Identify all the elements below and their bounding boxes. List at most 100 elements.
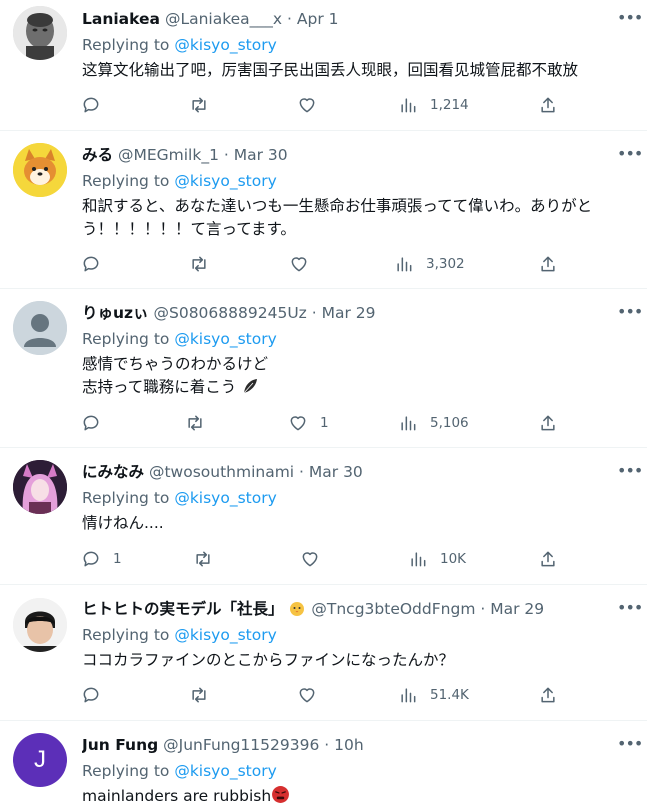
reply-button[interactable] <box>81 93 113 117</box>
views-button[interactable]: 51.4K <box>398 683 469 707</box>
avatar[interactable]: J <box>13 733 67 787</box>
tweet[interactable]: J Jun Fung @JunFung11529396 · 10h Replyi… <box>0 721 647 807</box>
share-icon <box>541 256 555 272</box>
tweet-date[interactable]: · Mar 30 <box>299 463 363 481</box>
replying-to-label: Replying to <box>82 762 170 780</box>
avatar-shiba-icon <box>13 143 67 197</box>
tweet[interactable]: ヒトヒトの実モデル「社長」 @Tncg3bteOddFngm · Mar 29 … <box>0 585 647 721</box>
tweet[interactable]: Laniakea @Laniakea___x · Apr 1 Replying … <box>0 0 647 131</box>
tweet-date[interactable]: · Mar 29 <box>480 600 544 618</box>
more-options-icon[interactable]: ••• <box>617 146 643 168</box>
views-icon <box>401 98 416 113</box>
share-button[interactable] <box>538 93 558 117</box>
like-button[interactable] <box>297 683 329 707</box>
user-handle[interactable]: @JunFung11529396 <box>163 736 319 754</box>
avatar-initial: J <box>34 746 46 773</box>
like-button[interactable] <box>289 252 321 276</box>
tweet-text-line: mainlanders are rubbish <box>82 785 637 807</box>
tweet-date[interactable]: · Mar 30 <box>224 146 288 164</box>
share-button[interactable] <box>538 411 558 435</box>
tweet-header: ヒトヒトの実モデル「社長」 @Tncg3bteOddFngm · Mar 29 <box>82 598 637 620</box>
tweet-text: 感情でちゃうのわかるけど 志持って職務に着こう <box>82 353 637 399</box>
more-options-icon[interactable]: ••• <box>617 304 643 326</box>
reply-icon <box>83 551 99 567</box>
tweet-header: Laniakea @Laniakea___x · Apr 1 <box>82 8 637 30</box>
view-count: 51.4K <box>430 687 469 703</box>
avatar[interactable] <box>13 460 67 514</box>
tweet-header: りゅuzぃ @S08068889245Uz · Mar 29 <box>82 302 637 324</box>
reply-button[interactable] <box>81 683 113 707</box>
reply-count: 1 <box>113 551 122 567</box>
replying-to-handle[interactable]: @kisyo_story <box>174 626 276 644</box>
like-button[interactable] <box>297 93 329 117</box>
tweet-text: 和訳すると、あなた達いつも一生懸命お仕事頑張ってて偉いわ。ありがと う！！！！！… <box>82 195 637 241</box>
tweet-date[interactable]: · Mar 29 <box>312 304 376 322</box>
retweet-icon <box>196 551 210 567</box>
more-options-icon[interactable]: ••• <box>617 736 643 758</box>
share-button[interactable] <box>538 252 558 276</box>
avatar[interactable] <box>13 6 67 60</box>
tweet-text-line: ココカラファインのとこからファインになったんか？ <box>82 651 455 669</box>
like-button[interactable]: 1 <box>288 411 329 435</box>
more-options-icon[interactable]: ••• <box>617 463 643 485</box>
retweet-button[interactable] <box>189 93 221 117</box>
display-name[interactable]: Laniakea <box>82 10 160 28</box>
retweet-button[interactable] <box>193 547 225 571</box>
angry-face-emoji-icon <box>272 786 290 803</box>
tweet-text-line: 和訳すると、あなた達いつも一生懸命お仕事頑張ってて偉いわ。ありがと <box>82 197 593 215</box>
retweet-button[interactable] <box>189 252 221 276</box>
display-name[interactable]: りゅuzぃ <box>82 304 149 322</box>
like-count: 1 <box>320 415 329 431</box>
views-icon <box>401 416 416 431</box>
replying-to: Replying to @kisyo_story <box>82 33 637 57</box>
tweet-header: にみなみ @twosouthminami · Mar 30 <box>82 461 637 483</box>
display-name[interactable]: にみなみ <box>82 463 144 481</box>
replying-to: Replying to @kisyo_story <box>82 623 637 647</box>
avatar[interactable] <box>13 143 67 197</box>
reply-button[interactable] <box>81 411 113 435</box>
replying-to-handle[interactable]: @kisyo_story <box>174 489 276 507</box>
retweet-button[interactable] <box>189 683 221 707</box>
user-handle[interactable]: @MEGmilk_1 <box>118 146 219 164</box>
more-options-icon[interactable]: ••• <box>617 600 643 622</box>
like-button[interactable] <box>300 547 332 571</box>
share-button[interactable] <box>538 683 558 707</box>
views-button[interactable]: 1,214 <box>398 93 469 117</box>
avatar[interactable] <box>13 598 67 652</box>
share-icon <box>541 415 555 431</box>
replying-to-handle[interactable]: @kisyo_story <box>174 36 276 54</box>
share-button[interactable] <box>538 547 558 571</box>
views-button[interactable]: 3,302 <box>394 252 465 276</box>
replying-to-handle[interactable]: @kisyo_story <box>174 172 276 190</box>
tweet-date[interactable]: · 10h <box>324 736 363 754</box>
avatar[interactable] <box>13 301 67 355</box>
tweet-text-line: 感情でちゃうのわかるけど <box>82 355 269 373</box>
tweet-text: 情けねん.... <box>82 512 637 535</box>
tweet-text: 这算文化输出了吧，厉害国子民出国丢人现眼，回国看见城管屁都不敢放 <box>82 59 637 82</box>
heart-icon <box>290 416 306 431</box>
display-name[interactable]: Jun Fung <box>82 736 158 754</box>
tweet-text-span: mainlanders are rubbish <box>82 787 272 805</box>
tweet[interactable]: りゅuzぃ @S08068889245Uz · Mar 29 Replying … <box>0 289 647 448</box>
user-handle[interactable]: @twosouthminami <box>149 463 294 481</box>
views-button[interactable]: 5,106 <box>398 411 469 435</box>
display-name[interactable]: みる <box>82 146 113 164</box>
user-handle[interactable]: @Laniakea___x <box>165 10 282 28</box>
tweet[interactable]: みる @MEGmilk_1 · Mar 30 Replying to @kisy… <box>0 131 647 289</box>
views-button[interactable]: 10K <box>408 547 466 571</box>
user-handle[interactable]: @S08068889245Uz <box>154 304 307 322</box>
tweet[interactable]: にみなみ @twosouthminami · Mar 30 Replying t… <box>0 448 647 585</box>
reply-button[interactable] <box>81 252 113 276</box>
replying-to-handle[interactable]: @kisyo_story <box>174 330 276 348</box>
more-options-icon[interactable]: ••• <box>617 10 643 32</box>
user-handle[interactable]: @Tncg3bteOddFngm <box>311 600 475 618</box>
replying-to-handle[interactable]: @kisyo_story <box>174 762 276 780</box>
retweet-button[interactable] <box>185 411 217 435</box>
tweet-date[interactable]: · Apr 1 <box>287 10 338 28</box>
reply-button[interactable]: 1 <box>81 547 122 571</box>
replying-to: Replying to @kisyo_story <box>82 759 637 783</box>
view-count: 5,106 <box>430 415 469 431</box>
view-count: 3,302 <box>426 256 465 272</box>
display-name[interactable]: ヒトヒトの実モデル「社長」 <box>82 600 284 618</box>
avatar-photo-icon <box>13 6 67 60</box>
